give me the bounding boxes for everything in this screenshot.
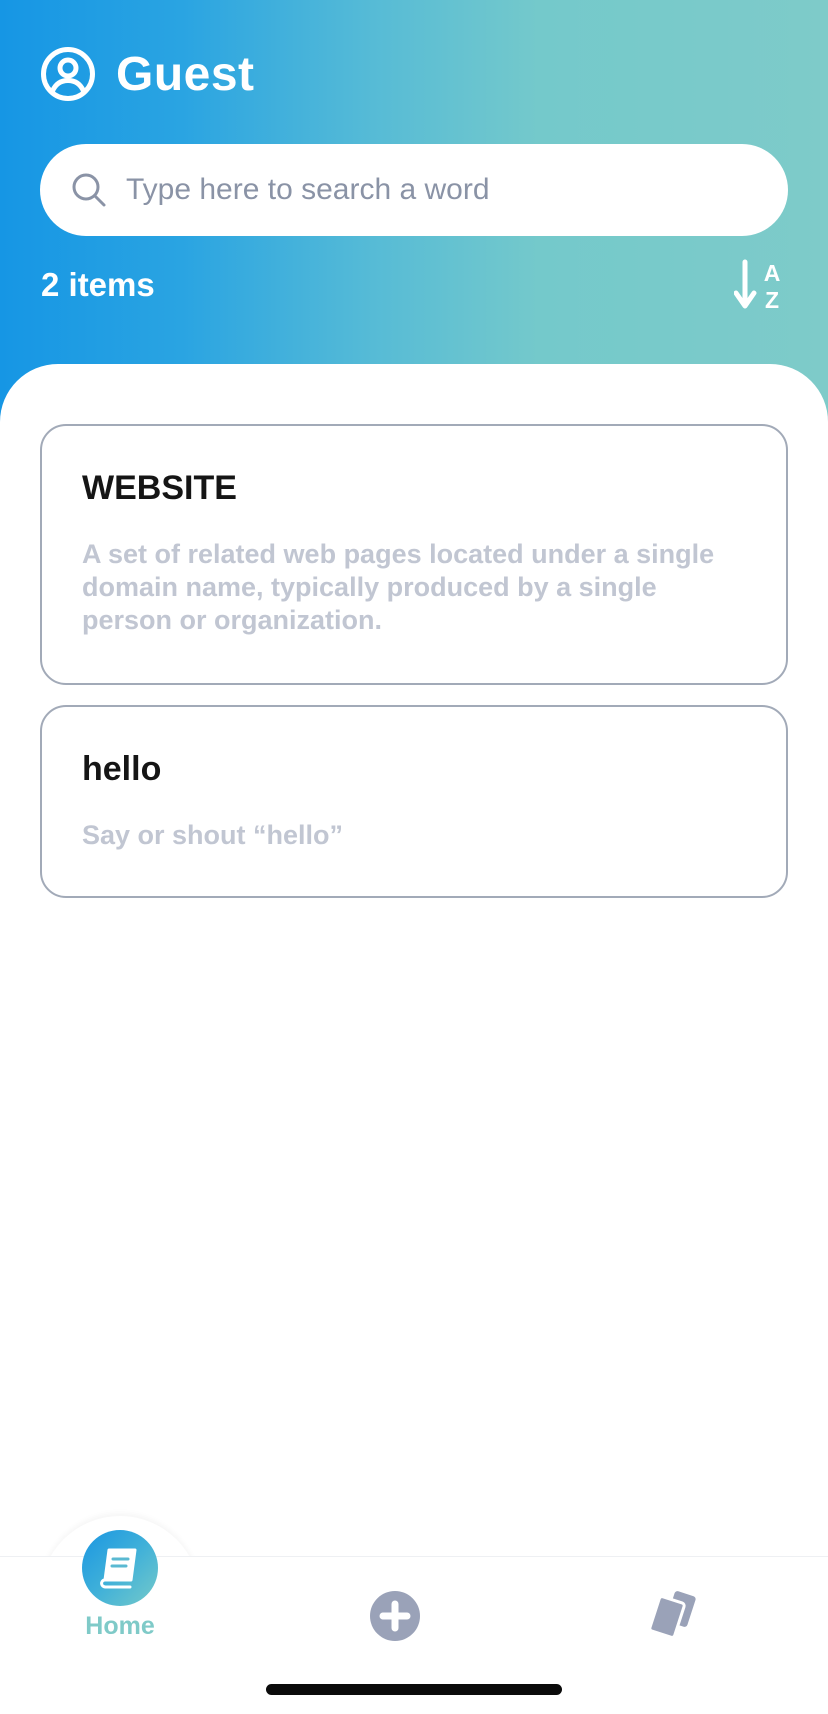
word-card[interactable]: hello Say or shout “hello”: [40, 705, 788, 898]
cards-icon: [648, 1591, 696, 1639]
search-icon: [72, 173, 106, 207]
plus-circle-icon: [370, 1591, 420, 1641]
search-input[interactable]: [126, 173, 766, 207]
sort-button[interactable]: A Z: [734, 258, 788, 314]
list-toolbar: 2 items A Z: [40, 259, 788, 313]
nav-add-button[interactable]: [370, 1591, 420, 1641]
svg-text:Z: Z: [765, 287, 779, 313]
sort-a-z-icon: A Z: [734, 259, 781, 313]
user-circle-icon: [41, 47, 95, 101]
home-icon-circle: [82, 1530, 158, 1606]
search-bar[interactable]: [40, 144, 788, 236]
home-indicator: [266, 1684, 562, 1695]
username: Guest: [116, 47, 255, 101]
word-definition: A set of related web pages located under…: [82, 539, 715, 635]
user-profile[interactable]: Guest: [40, 44, 255, 104]
svg-text:A: A: [764, 260, 781, 286]
word-term: hello: [82, 750, 162, 788]
word-definition: Say or shout “hello”: [82, 820, 344, 850]
nav-home-label: Home: [85, 1612, 155, 1640]
nav-home-button[interactable]: Home: [72, 1530, 168, 1650]
item-count: 2 items: [41, 266, 155, 303]
nav-cards-button[interactable]: [644, 1589, 700, 1641]
book-icon: [100, 1548, 137, 1589]
word-term: WEBSITE: [82, 469, 237, 507]
word-card[interactable]: WEBSITE A set of related web pages locat…: [40, 424, 788, 685]
